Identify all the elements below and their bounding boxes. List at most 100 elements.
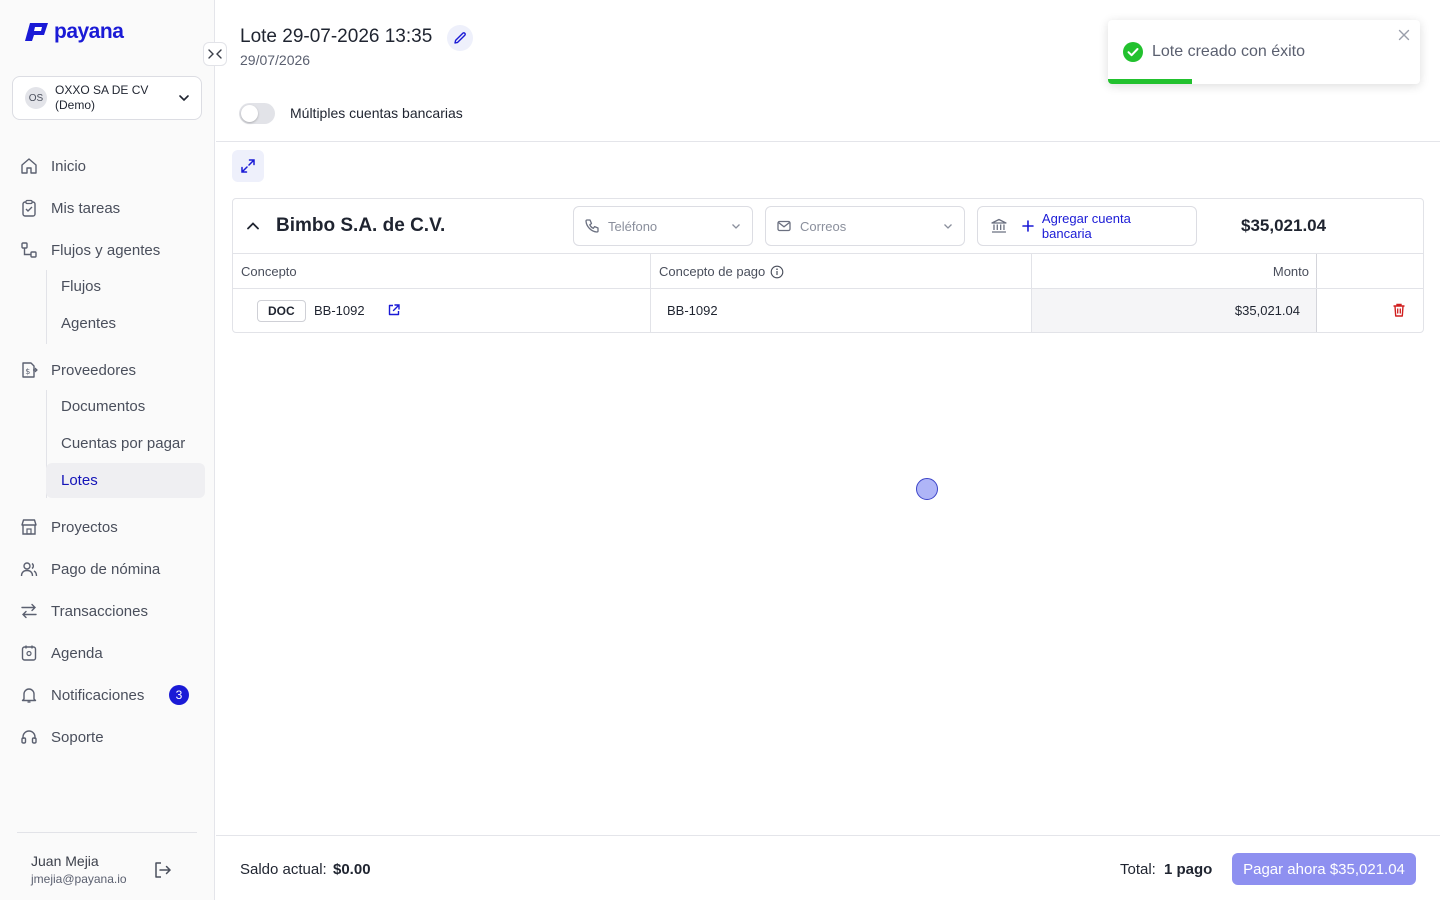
expand-icon [241, 159, 255, 173]
sidebar: payana OS OXXO SA DE CV (Demo) Inicio Mi… [0, 0, 215, 900]
calendar-icon [21, 645, 37, 661]
chevron-up-icon[interactable] [245, 218, 261, 234]
close-icon[interactable] [1398, 29, 1410, 41]
arrows-icon [21, 603, 37, 619]
flows-icon [21, 242, 37, 258]
home-icon [21, 158, 37, 174]
column-header-monto: Monto [1272, 264, 1309, 279]
toast-progress-bar [1108, 79, 1193, 84]
nav-label: Inicio [51, 157, 87, 175]
amount-value[interactable]: $35,021.04 [1203, 303, 1300, 318]
sidebar-item-documentos[interactable]: Documentos [46, 389, 205, 424]
column-divider [650, 254, 651, 332]
sidebar-item-flujos[interactable]: Flujos [46, 269, 205, 304]
chevron-down-icon [944, 224, 952, 229]
batch-date: 29/07/2026 [240, 52, 311, 68]
success-toast: Lote creado con éxito [1108, 20, 1420, 84]
payment-concept-value[interactable]: BB-1092 [667, 303, 718, 318]
email-placeholder: Correos [800, 218, 847, 234]
clipboard-icon [22, 199, 36, 217]
payment-footer: Saldo actual: $0.00 Total: 1 pago Pagar … [216, 835, 1440, 900]
svg-text:$: $ [25, 367, 30, 376]
logo-icon [25, 23, 48, 41]
edit-title-button[interactable] [447, 25, 473, 51]
collapse-sidebar-button[interactable] [203, 42, 227, 66]
company-name: OXXO SA DE CV (Demo) [55, 83, 149, 112]
pencil-icon [454, 32, 466, 44]
bank-icon [991, 218, 1007, 233]
supplier-total-amount: $35,021.04 [1241, 216, 1327, 235]
headset-icon [21, 730, 37, 744]
nav-item-proyectos[interactable]: Proyectos [20, 507, 118, 547]
sidebar-item-cuentas-por-pagar[interactable]: Cuentas por pagar [46, 426, 205, 461]
total-value: 1 pago [1164, 861, 1213, 878]
balance-value: $0.00 [333, 861, 371, 878]
toast-message: Lote creado con éxito [1152, 43, 1305, 60]
phone-select[interactable]: Teléfono [573, 206, 753, 246]
company-avatar: OS [25, 87, 47, 109]
nav-item-agenda[interactable]: Agenda [20, 633, 103, 673]
nav-item-transacciones[interactable]: Transacciones [20, 591, 148, 631]
multiple-accounts-toggle[interactable] [239, 103, 275, 124]
nav-label: Transacciones [51, 602, 148, 620]
info-icon[interactable] [770, 265, 784, 279]
supplier-icon: $ [22, 362, 38, 378]
nav-item-proveedores[interactable]: $ Proveedores [20, 350, 136, 390]
expand-button[interactable] [232, 150, 264, 182]
bell-icon [21, 688, 37, 703]
header-row-divider [233, 288, 1423, 289]
column-header-concepto: Concepto [241, 264, 297, 279]
add-bank-label: Agregar cuenta bancaria [1041, 211, 1131, 241]
header-divider [216, 141, 1440, 142]
check-circle-icon [1123, 42, 1143, 62]
nav-item-soporte[interactable]: Soporte [20, 717, 104, 757]
external-link-icon[interactable] [387, 303, 401, 317]
nav-label: Proveedores [51, 361, 137, 379]
sidebar-item-agentes[interactable]: Agentes [46, 306, 205, 341]
user-email: jmejia@payana.io [31, 872, 127, 886]
toggle-knob [241, 105, 258, 122]
page-title: Lote 29-07-2026 13:35 [240, 26, 433, 47]
cursor-indicator [916, 478, 938, 500]
nav-item-tareas[interactable]: Mis tareas [20, 188, 120, 228]
pay-now-button[interactable]: Pagar ahora $35,021.04 [1232, 853, 1416, 885]
supplier-card: Bimbo S.A. de C.V. Teléfono Correos Agre… [232, 198, 1424, 333]
add-bank-account-button[interactable]: Agregar cuenta bancaria [977, 206, 1197, 246]
user-name: Juan Mejia [31, 853, 99, 869]
supplier-card-header: Bimbo S.A. de C.V. Teléfono Correos Agre… [233, 199, 1423, 254]
nav-item-flujos-agentes[interactable]: Flujos y agentes [20, 230, 160, 270]
sidebar-item-lotes[interactable]: Lotes [46, 463, 205, 498]
total-label: Total: [1120, 861, 1156, 878]
doc-tag: DOC [257, 300, 306, 322]
company-selector[interactable]: OS OXXO SA DE CV (Demo) [12, 76, 202, 120]
nav-label: Agenda [51, 644, 103, 662]
nav-label: Flujos y agentes [51, 241, 161, 259]
balance-label: Saldo actual: [240, 861, 327, 878]
brand-logo[interactable]: payana [24, 20, 124, 44]
nav-item-nomina[interactable]: Pago de nómina [20, 549, 160, 589]
nav-label: Mis tareas [51, 199, 121, 217]
logout-icon[interactable] [153, 861, 173, 879]
column-divider [1316, 254, 1317, 332]
nav-item-inicio[interactable]: Inicio [20, 146, 86, 186]
sidebar-divider [17, 832, 197, 833]
supplier-name: Bimbo S.A. de C.V. [276, 215, 446, 236]
multiple-accounts-label: Múltiples cuentas bancarias [290, 105, 463, 121]
column-header-concepto-pago: Concepto de pago [659, 254, 784, 289]
column-header-label: Concepto de pago [659, 264, 766, 279]
nav-label: Soporte [51, 728, 104, 746]
plus-icon [1022, 220, 1034, 232]
mail-icon [777, 220, 791, 232]
collapse-icon [208, 49, 222, 59]
nav-label: Notificaciones [51, 686, 145, 704]
doc-number: BB-1092 [314, 303, 365, 318]
trash-icon[interactable] [1391, 302, 1407, 318]
nav-label: Proyectos [51, 518, 118, 536]
nav-item-notificaciones[interactable]: Notificaciones [20, 675, 144, 715]
chevron-down-icon [179, 95, 189, 102]
store-icon [21, 519, 37, 535]
nav-label: Pago de nómina [51, 560, 161, 578]
column-divider [1031, 254, 1032, 332]
notification-count-badge: 3 [169, 685, 189, 705]
email-select[interactable]: Correos [765, 206, 965, 246]
